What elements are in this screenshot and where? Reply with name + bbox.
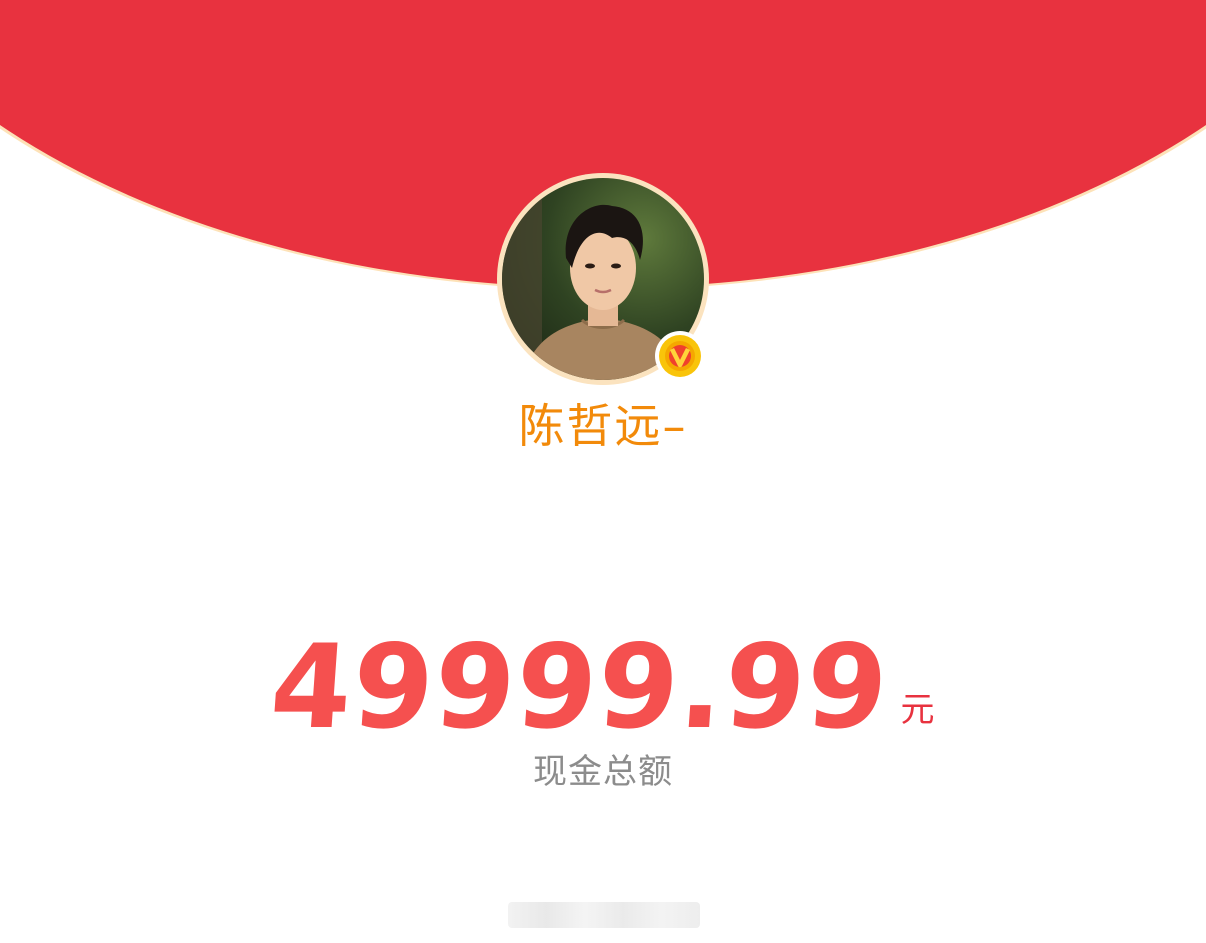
red-packet-page: 陈哲远– 49999.99 元 现金总额 [0,0,1206,943]
watermark [508,902,700,928]
cash-amount: 49999.99 [266,620,894,755]
currency-unit: 元 [900,690,935,730]
sender-name: 陈哲远– [518,399,688,453]
verified-v-badge-icon [659,335,701,377]
amount-row: 49999.99 元 [0,618,1206,755]
verified-badge [655,331,705,381]
cash-total-label: 现金总额 [533,752,673,792]
